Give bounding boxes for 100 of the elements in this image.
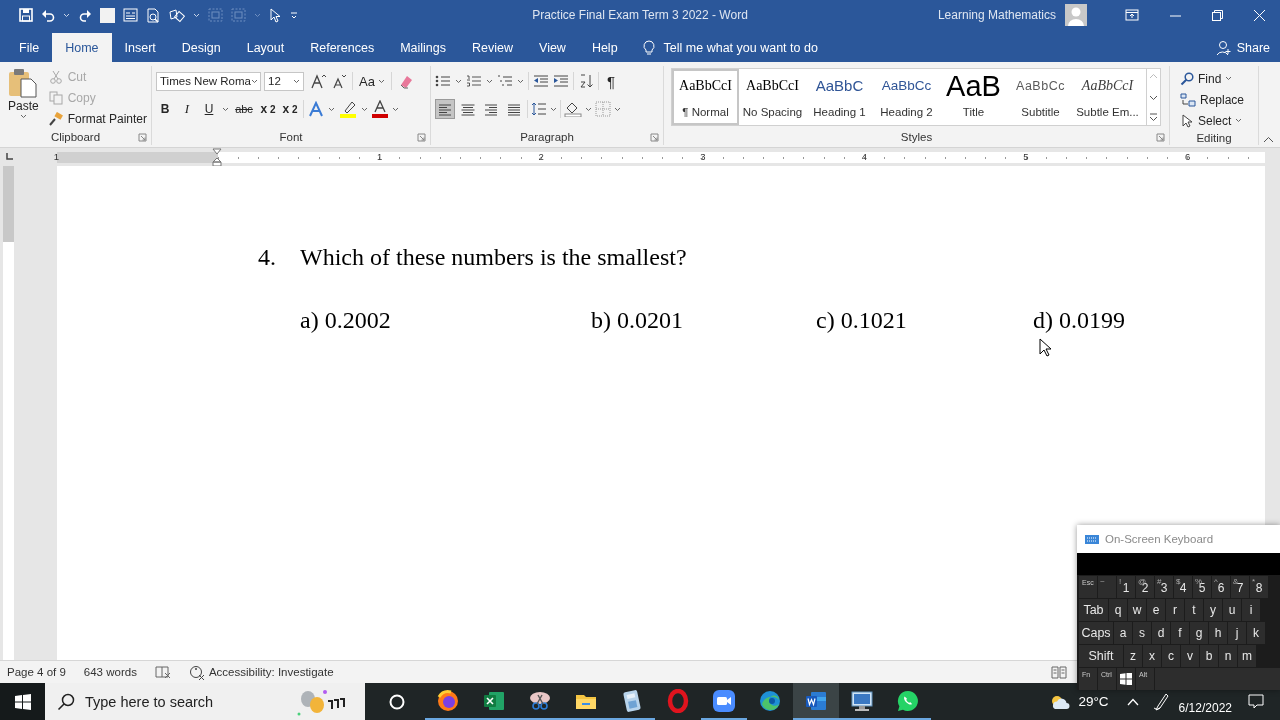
ribbon-display-icon[interactable] bbox=[1125, 9, 1139, 21]
ribbon-tab[interactable]: Insert bbox=[111, 33, 169, 62]
style-option[interactable]: AaBbC Heading 1 bbox=[806, 69, 873, 125]
browser-icon[interactable] bbox=[758, 688, 782, 713]
caret-icon[interactable] bbox=[361, 106, 368, 112]
caret-icon[interactable] bbox=[550, 106, 557, 112]
chevron-up-icon[interactable] bbox=[1126, 697, 1139, 706]
caret-icon[interactable] bbox=[19, 114, 27, 119]
replace-icon[interactable] bbox=[1180, 92, 1196, 107]
keyboard-key[interactable]: j bbox=[1228, 622, 1246, 644]
change-case-button[interactable]: Aa bbox=[359, 73, 385, 89]
caret-icon[interactable] bbox=[222, 106, 229, 112]
start-button[interactable] bbox=[0, 683, 45, 720]
caret-icon[interactable] bbox=[517, 78, 524, 84]
keyboard-key[interactable]: g bbox=[1190, 622, 1208, 644]
keyboard-key[interactable]: n bbox=[1219, 645, 1237, 667]
form-icon[interactable] bbox=[123, 8, 138, 22]
increase-indent-icon[interactable] bbox=[553, 74, 569, 88]
sort-icon[interactable] bbox=[578, 73, 594, 89]
text-effects-icon[interactable] bbox=[308, 101, 324, 117]
keyboard-key[interactable]: *8 bbox=[1250, 576, 1268, 598]
keyboard-key[interactable]: a bbox=[1114, 622, 1132, 644]
keyboard-key[interactable]: y bbox=[1204, 599, 1222, 621]
search-icon[interactable] bbox=[1180, 71, 1194, 86]
dialog-launcher-icon[interactable] bbox=[1156, 132, 1165, 142]
print-preview-icon[interactable] bbox=[146, 7, 161, 23]
windows-key[interactable] bbox=[1117, 668, 1135, 690]
keyboard-key[interactable]: !1 bbox=[1117, 576, 1135, 598]
underline-button[interactable]: U bbox=[200, 99, 218, 119]
paste-button[interactable]: Paste bbox=[4, 66, 43, 129]
shapes-icon[interactable] bbox=[169, 7, 185, 23]
close-icon[interactable] bbox=[1254, 9, 1265, 21]
keyboard-key[interactable]: i bbox=[1242, 599, 1260, 621]
notification-icon[interactable] bbox=[1248, 693, 1264, 710]
find-button[interactable]: Find bbox=[1180, 68, 1248, 89]
proofing-icon[interactable] bbox=[154, 665, 171, 679]
caret-icon[interactable] bbox=[328, 106, 335, 112]
keyboard-key[interactable]: c bbox=[1162, 645, 1180, 667]
shrink-font-icon[interactable] bbox=[332, 73, 346, 89]
keyboard-key[interactable]: ~ bbox=[1098, 576, 1116, 598]
font-size-field[interactable]: 12 bbox=[264, 71, 304, 91]
keyboard-key[interactable]: @2 bbox=[1136, 576, 1154, 598]
keyboard-key[interactable]: z bbox=[1124, 645, 1142, 667]
ribbon-tab[interactable]: References bbox=[297, 33, 388, 62]
caret-icon[interactable] bbox=[455, 78, 462, 84]
caret-icon[interactable] bbox=[486, 78, 493, 84]
caret-icon[interactable] bbox=[585, 106, 592, 112]
caret-icon[interactable] bbox=[377, 78, 385, 84]
font-color-icon[interactable] bbox=[372, 100, 388, 118]
ribbon-tab[interactable]: Help bbox=[578, 33, 631, 62]
style-option[interactable]: AaBbCc Subtitle bbox=[1007, 69, 1074, 125]
tell-me-search[interactable]: Tell me what you want to do bbox=[642, 33, 818, 62]
strikethrough-button[interactable]: abc bbox=[233, 99, 255, 119]
video-camera-icon[interactable] bbox=[712, 688, 736, 713]
pointer-icon[interactable] bbox=[269, 7, 281, 23]
accessibility-button[interactable]: Accessibility: Investigate bbox=[188, 664, 334, 680]
paintbrush-icon[interactable] bbox=[48, 111, 63, 126]
undo-icon[interactable] bbox=[41, 8, 55, 22]
share-button[interactable]: Share bbox=[1215, 33, 1270, 62]
multilevel-list-icon[interactable] bbox=[497, 74, 513, 88]
keyboard-key[interactable]: Shift bbox=[1079, 645, 1123, 667]
blank-page-icon[interactable] bbox=[100, 7, 115, 23]
keyboard-key[interactable]: v bbox=[1181, 645, 1199, 667]
circle-icon[interactable] bbox=[389, 693, 405, 710]
keyboard-key[interactable]: s bbox=[1133, 622, 1151, 644]
ribbon-tab[interactable]: Mailings bbox=[387, 33, 459, 62]
temperature[interactable]: 29°C bbox=[1078, 694, 1109, 709]
keyboard-key[interactable]: r bbox=[1166, 599, 1184, 621]
dialog-launcher-icon[interactable] bbox=[138, 132, 147, 142]
show-marks-button[interactable]: ¶ bbox=[603, 72, 619, 90]
keyboard-key[interactable]: x bbox=[1143, 645, 1161, 667]
decrease-indent-icon[interactable] bbox=[533, 74, 549, 88]
browser-icon[interactable] bbox=[436, 688, 460, 713]
more-icon[interactable] bbox=[1149, 113, 1158, 122]
caret-icon[interactable] bbox=[614, 106, 621, 112]
ribbon-tab[interactable]: Home bbox=[52, 33, 112, 62]
save-icon[interactable] bbox=[19, 8, 33, 22]
ribbon-tab[interactable]: View bbox=[526, 33, 579, 62]
pointer-icon[interactable] bbox=[1180, 113, 1194, 128]
dialog-launcher-icon[interactable] bbox=[417, 132, 426, 142]
ribbon-tab[interactable]: Layout bbox=[233, 33, 298, 62]
collapse-ribbon-icon[interactable] bbox=[1263, 136, 1274, 143]
replace-button[interactable]: Replace bbox=[1180, 89, 1248, 110]
bold-button[interactable]: B bbox=[156, 99, 174, 119]
select-button[interactable]: Select bbox=[1180, 110, 1248, 131]
keyboard-key[interactable]: Caps bbox=[1079, 622, 1113, 644]
read-mode-icon[interactable] bbox=[1051, 665, 1067, 679]
style-option[interactable]: AaBbCcI ¶ Normal bbox=[672, 69, 739, 125]
caret-icon[interactable] bbox=[250, 78, 258, 84]
caret-icon[interactable] bbox=[293, 78, 300, 84]
keyboard-key[interactable]: %5 bbox=[1193, 576, 1211, 598]
style-option[interactable]: AaBbCcI No Spacing bbox=[739, 69, 806, 125]
caret-icon[interactable] bbox=[1235, 118, 1243, 123]
keyboard-key[interactable]: Tab bbox=[1079, 599, 1108, 621]
date[interactable]: 6/12/2022 bbox=[1178, 700, 1232, 715]
account-name[interactable]: Learning Mathematics bbox=[937, 8, 1056, 22]
keyboard-key[interactable]: ^6 bbox=[1212, 576, 1230, 598]
caret-icon[interactable] bbox=[1225, 76, 1233, 81]
italic-button[interactable]: I bbox=[178, 99, 196, 119]
ribbon-tab[interactable]: File bbox=[6, 33, 53, 62]
